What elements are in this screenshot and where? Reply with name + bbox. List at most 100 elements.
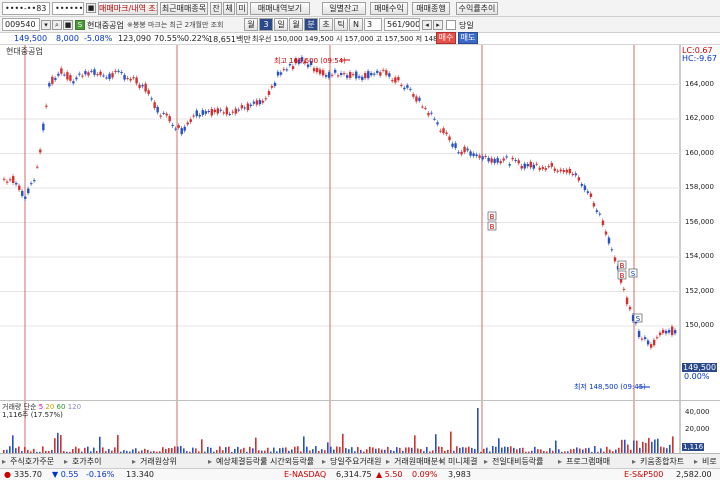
candle bbox=[240, 105, 244, 109]
candle bbox=[90, 70, 93, 72]
lock-icon[interactable]: ■ bbox=[63, 20, 73, 30]
candle bbox=[520, 165, 523, 169]
candle bbox=[640, 338, 644, 340]
account-field[interactable]: ••••-••83 bbox=[2, 2, 50, 15]
chevron-right-icon[interactable]: ▸ bbox=[433, 20, 443, 30]
candle bbox=[439, 130, 442, 132]
candle bbox=[496, 158, 499, 163]
recent-trades-button[interactable]: 최근매매종목 bbox=[160, 2, 208, 15]
daily-balance-button[interactable]: 일별잔고 bbox=[322, 2, 366, 15]
volume-bar bbox=[621, 439, 623, 454]
candle bbox=[592, 203, 596, 207]
balance-button[interactable]: 잔 bbox=[210, 2, 222, 15]
unfilled-button[interactable]: 미 bbox=[236, 2, 248, 15]
trade-history-button[interactable]: 매매내역보기 bbox=[250, 2, 310, 15]
tab-2[interactable]: 호가추이 bbox=[72, 456, 101, 467]
search-icon[interactable]: ⌕ bbox=[52, 20, 62, 30]
vol-tick-20000: 20,000 bbox=[685, 425, 710, 433]
password-field[interactable]: •••••••• bbox=[52, 2, 84, 15]
period-label[interactable]: 월 bbox=[244, 18, 258, 31]
volume-bar bbox=[633, 440, 635, 454]
candle bbox=[544, 168, 548, 170]
filled-button[interactable]: 체 bbox=[223, 2, 235, 15]
tab-arrow-icon: ▸ bbox=[694, 457, 699, 466]
trade-marker-label: B bbox=[620, 272, 625, 280]
tab-6[interactable]: 당일주요거래원 bbox=[330, 456, 382, 467]
tab-second[interactable]: 초 bbox=[319, 18, 333, 31]
tab-n[interactable]: N bbox=[349, 18, 363, 31]
ticker-name-3: E-NASDAQ bbox=[284, 470, 327, 479]
stock-code-input[interactable]: 009540 bbox=[2, 18, 40, 31]
tab-12[interactable]: 비로 bbox=[702, 456, 717, 467]
candle bbox=[42, 123, 45, 131]
candle bbox=[460, 151, 463, 155]
trade-log-button[interactable]: 매매마크/내역 조회 bbox=[98, 2, 158, 15]
candle bbox=[246, 103, 250, 111]
candle bbox=[490, 158, 493, 163]
candle bbox=[252, 101, 256, 104]
tab-10[interactable]: 프로그램매매 bbox=[566, 456, 610, 467]
today-checkbox[interactable] bbox=[446, 20, 456, 30]
candle bbox=[333, 69, 337, 73]
candle bbox=[36, 166, 39, 168]
tab-day[interactable]: 일 bbox=[274, 18, 288, 31]
candle bbox=[267, 91, 271, 95]
candle bbox=[643, 337, 647, 340]
dropdown-arrow-icon[interactable]: ▾ bbox=[41, 20, 51, 30]
volume-chart-svg[interactable] bbox=[0, 401, 720, 454]
volume-chart[interactable]: 거래량 단순 5 20 60 120 1,116주 (17.57%) 40,00… bbox=[0, 400, 720, 454]
tab-7[interactable]: 거래원매매분석 bbox=[394, 456, 446, 467]
candle bbox=[330, 74, 334, 76]
current-price-tag: 149,500 bbox=[682, 363, 718, 372]
range-field[interactable]: 561/900 bbox=[384, 18, 420, 31]
candle bbox=[285, 69, 289, 71]
count-input[interactable]: 3 bbox=[364, 18, 382, 31]
price-chart-svg[interactable]: BBBB SS bbox=[0, 45, 720, 400]
tab-minute[interactable]: 분 bbox=[304, 18, 318, 31]
tab-1[interactable]: 주식호가주문 bbox=[10, 456, 54, 467]
candle bbox=[279, 72, 283, 75]
candle bbox=[321, 70, 325, 76]
lock-icon[interactable]: ■ bbox=[86, 3, 96, 13]
tab-8[interactable]: 미니체결 bbox=[448, 456, 477, 467]
price-chart[interactable]: BBBBSS 현대중공업 LC:0.67 HC:-9.67 최고 165,500… bbox=[0, 45, 720, 400]
tab-5[interactable]: 시간외등락률 bbox=[270, 456, 314, 467]
period-value[interactable]: 3 bbox=[259, 18, 273, 31]
buy-button[interactable]: 매수 bbox=[436, 32, 456, 44]
tab-arrow-icon: ▸ bbox=[208, 457, 213, 466]
tab-4[interactable]: 예상체결등락률 bbox=[216, 456, 268, 467]
trade-marker-label: B bbox=[490, 213, 495, 221]
candle bbox=[198, 114, 201, 117]
candle bbox=[538, 167, 541, 170]
quote-info: 최우선 150,000 149,500 시 157,000 고 157,500 … bbox=[252, 35, 454, 43]
candle bbox=[667, 330, 671, 333]
tab-11[interactable]: 키움종합차트 bbox=[640, 456, 684, 467]
candle bbox=[505, 156, 508, 158]
trade-amount: 18,651백만 bbox=[208, 35, 251, 44]
candle bbox=[418, 97, 421, 101]
chart-title: 현대중공업 bbox=[6, 47, 43, 56]
volume-value: 1,116주 (17.57%) bbox=[2, 411, 63, 419]
candle bbox=[559, 169, 563, 172]
candle bbox=[39, 149, 42, 153]
candle bbox=[457, 152, 460, 154]
candle bbox=[610, 249, 614, 251]
tab-9[interactable]: 전일대비등락률 bbox=[492, 456, 544, 467]
tab-month[interactable]: 월 bbox=[289, 18, 303, 31]
trade-trend-button[interactable]: 매매종행 bbox=[412, 2, 450, 15]
chevron-left-icon[interactable]: ◂ bbox=[422, 20, 432, 30]
candle bbox=[99, 71, 102, 76]
candle bbox=[571, 174, 575, 176]
candle bbox=[183, 126, 186, 131]
return-trend-button[interactable]: 수익률추이 bbox=[456, 2, 498, 15]
ticker-rate-3: 0.09% bbox=[412, 470, 438, 479]
tab-tick[interactable]: 틱 bbox=[334, 18, 348, 31]
trade-profit-button[interactable]: 매매수익 bbox=[370, 2, 408, 15]
tab-3[interactable]: 거래원상위 bbox=[140, 456, 177, 467]
candle bbox=[535, 163, 538, 165]
sell-button[interactable]: 매도 bbox=[458, 32, 478, 44]
candle bbox=[511, 157, 514, 160]
candle bbox=[249, 104, 253, 107]
candle bbox=[385, 70, 388, 76]
volume-bar bbox=[624, 439, 626, 454]
